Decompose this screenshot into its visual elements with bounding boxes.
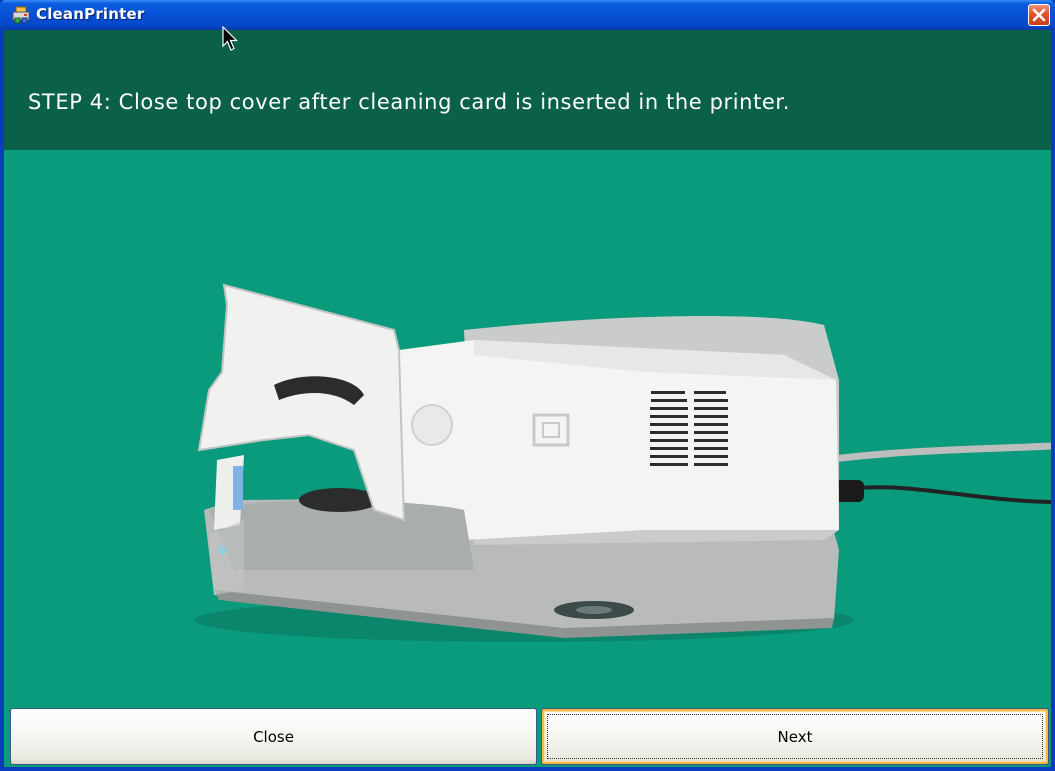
printer-app-icon (12, 6, 30, 24)
clean-printer-window: CleanPrinter STEP 4: Close top cover aft… (0, 0, 1055, 771)
step-instruction: STEP 4: Close top cover after cleaning c… (28, 90, 791, 114)
window-title: CleanPrinter (36, 5, 145, 23)
header-strip (4, 30, 1051, 59)
close-icon (1032, 8, 1046, 22)
close-button[interactable]: Close (10, 708, 537, 765)
title-bar[interactable]: CleanPrinter (0, 0, 1055, 30)
window-close-button[interactable] (1028, 4, 1050, 26)
close-button-label: Close (253, 727, 294, 746)
step-header: STEP 4: Close top cover after cleaning c… (4, 59, 1051, 150)
next-button[interactable]: Next (541, 708, 1049, 765)
printer-illustration (194, 283, 1051, 642)
next-button-label: Next (777, 727, 813, 746)
